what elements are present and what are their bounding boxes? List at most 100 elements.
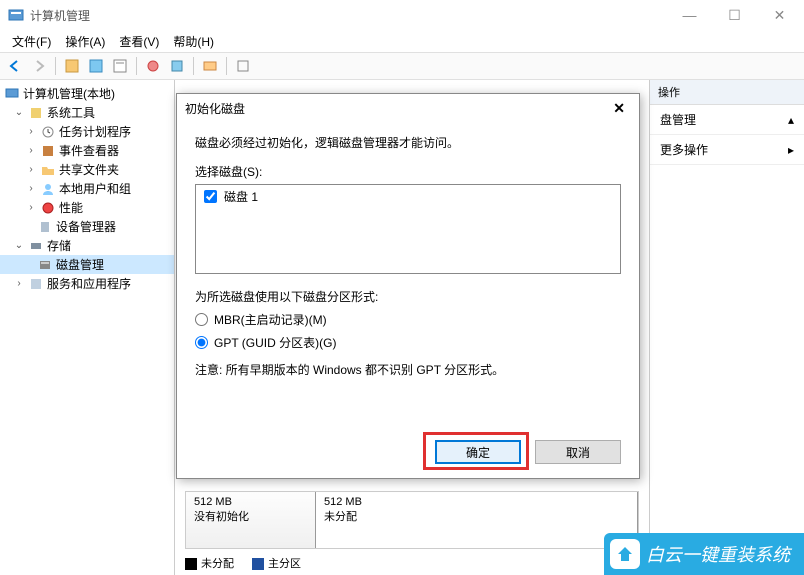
dialog-buttons: 确定 取消 (435, 440, 621, 464)
dialog-titlebar: 初始化磁盘 ✕ (177, 94, 639, 122)
chevron-right-icon[interactable]: › (25, 183, 37, 194)
chevron-right-icon: ▸ (788, 143, 794, 157)
actions-pane: 操作 盘管理 ▴ 更多操作 ▸ (649, 80, 804, 575)
mbr-option[interactable]: MBR(主启动记录)(M) (195, 311, 621, 328)
toolbar (0, 52, 804, 80)
cancel-button[interactable]: 取消 (535, 440, 621, 464)
select-disk-label: 选择磁盘(S): (195, 163, 621, 180)
menubar: 文件(F) 操作(A) 查看(V) 帮助(H) (0, 30, 804, 52)
tools-icon (28, 105, 44, 121)
disk-list[interactable]: 磁盘 1 (195, 184, 621, 274)
chevron-up-icon: ▴ (788, 113, 794, 127)
actions-more[interactable]: 更多操作 ▸ (650, 135, 804, 165)
clock-icon (40, 124, 56, 140)
tree-label: 磁盘管理 (56, 256, 104, 273)
close-button[interactable]: ✕ (757, 1, 802, 29)
ok-button[interactable]: 确定 (435, 440, 521, 464)
dialog-title: 初始化磁盘 (185, 100, 607, 117)
menu-view[interactable]: 查看(V) (113, 31, 165, 52)
mbr-radio[interactable] (195, 313, 208, 326)
partition-label: 为所选磁盘使用以下磁盘分区形式: (195, 288, 621, 305)
gpt-option[interactable]: GPT (GUID 分区表)(G) (195, 334, 621, 351)
tree-device-manager[interactable]: 设备管理器 (0, 217, 174, 236)
tree-label: 共享文件夹 (59, 161, 119, 178)
tool-icon-1[interactable] (61, 55, 83, 77)
tool-icon-4[interactable] (142, 55, 164, 77)
tree-label: 性能 (59, 199, 83, 216)
dialog-close-button[interactable]: ✕ (607, 98, 631, 119)
disk-checkbox[interactable] (204, 190, 217, 203)
users-icon (40, 181, 56, 197)
tree-event-viewer[interactable]: › 事件查看器 (0, 141, 174, 160)
chevron-right-icon[interactable]: › (25, 145, 37, 156)
watermark: 白云一键重装系统 (604, 533, 804, 575)
tool-icon-5[interactable] (166, 55, 188, 77)
menu-action[interactable]: 操作(A) (59, 31, 111, 52)
chevron-right-icon[interactable]: › (25, 164, 37, 175)
perf-icon (40, 200, 56, 216)
vol-size: 512 MB (324, 496, 629, 508)
disk-size: 512 MB (194, 496, 307, 508)
tree-performance[interactable]: › 性能 (0, 198, 174, 217)
titlebar: 计算机管理 — ☐ ✕ (0, 0, 804, 30)
forward-button[interactable] (28, 55, 50, 77)
minimize-button[interactable]: — (667, 1, 712, 29)
tree-local-users[interactable]: › 本地用户和组 (0, 179, 174, 198)
actions-label: 盘管理 (660, 111, 696, 128)
partition-style-group: 为所选磁盘使用以下磁盘分区形式: MBR(主启动记录)(M) GPT (GUID… (195, 288, 621, 351)
tree-label: 设备管理器 (56, 218, 116, 235)
tree-task-scheduler[interactable]: › 任务计划程序 (0, 122, 174, 141)
separator (193, 57, 194, 75)
disk-volume-cell[interactable]: 512 MB 未分配 (316, 492, 638, 548)
legend-primary: 主分区 (252, 555, 301, 571)
window-controls: — ☐ ✕ (667, 1, 802, 29)
tree-label: 服务和应用程序 (47, 275, 131, 292)
computer-icon (4, 86, 20, 102)
folder-icon (40, 162, 56, 178)
tool-icon-7[interactable] (232, 55, 254, 77)
gpt-label: GPT (GUID 分区表)(G) (214, 334, 336, 351)
initialize-disk-dialog: 初始化磁盘 ✕ 磁盘必须经过初始化，逻辑磁盘管理器才能访问。 选择磁盘(S): … (176, 93, 640, 479)
actions-header: 操作 (650, 80, 804, 105)
window-title: 计算机管理 (30, 7, 667, 24)
dialog-note: 注意: 所有早期版本的 Windows 都不识别 GPT 分区形式。 (195, 361, 621, 378)
tree-disk-management[interactable]: 磁盘管理 (0, 255, 174, 274)
menu-file[interactable]: 文件(F) (6, 31, 57, 52)
watermark-text: 白云一键重装系统 (646, 541, 790, 567)
disk-row[interactable]: 512 MB 没有初始化 512 MB 未分配 (185, 491, 639, 549)
chevron-right-icon[interactable]: › (13, 278, 25, 289)
tree-label: 本地用户和组 (59, 180, 131, 197)
separator (55, 57, 56, 75)
tool-icon-3[interactable] (109, 55, 131, 77)
tool-icon-6[interactable] (199, 55, 221, 77)
actions-disk-mgmt[interactable]: 盘管理 ▴ (650, 105, 804, 135)
dialog-body: 磁盘必须经过初始化，逻辑磁盘管理器才能访问。 选择磁盘(S): 磁盘 1 为所选… (177, 122, 639, 384)
disk-header-cell: 512 MB 没有初始化 (186, 492, 316, 548)
tree-shared-folders[interactable]: › 共享文件夹 (0, 160, 174, 179)
chevron-right-icon[interactable]: › (25, 202, 37, 213)
chevron-right-icon[interactable]: › (25, 126, 37, 137)
disk-item-label: 磁盘 1 (224, 188, 258, 205)
tool-icon-2[interactable] (85, 55, 107, 77)
chevron-down-icon[interactable]: ⌄ (13, 107, 25, 118)
chevron-down-icon[interactable]: ⌄ (13, 240, 25, 251)
disk-status: 没有初始化 (194, 508, 307, 524)
vol-status: 未分配 (324, 508, 629, 524)
tree-label: 存储 (47, 237, 71, 254)
nav-tree: 计算机管理(本地) ⌄ 系统工具 › 任务计划程序 › 事件查看器 › 共享文件… (0, 80, 175, 575)
gpt-radio[interactable] (195, 336, 208, 349)
tree-system-tools[interactable]: ⌄ 系统工具 (0, 103, 174, 122)
disk-list-item[interactable]: 磁盘 1 (198, 187, 618, 206)
separator (226, 57, 227, 75)
tree-label: 系统工具 (47, 104, 95, 121)
dialog-message: 磁盘必须经过初始化，逻辑磁盘管理器才能访问。 (195, 134, 621, 151)
tree-storage[interactable]: ⌄ 存储 (0, 236, 174, 255)
mbr-label: MBR(主启动记录)(M) (214, 311, 327, 328)
tree-root[interactable]: 计算机管理(本地) (0, 84, 174, 103)
watermark-icon (610, 539, 640, 569)
device-icon (37, 219, 53, 235)
tree-services[interactable]: › 服务和应用程序 (0, 274, 174, 293)
back-button[interactable] (4, 55, 26, 77)
maximize-button[interactable]: ☐ (712, 1, 757, 29)
menu-help[interactable]: 帮助(H) (167, 31, 220, 52)
